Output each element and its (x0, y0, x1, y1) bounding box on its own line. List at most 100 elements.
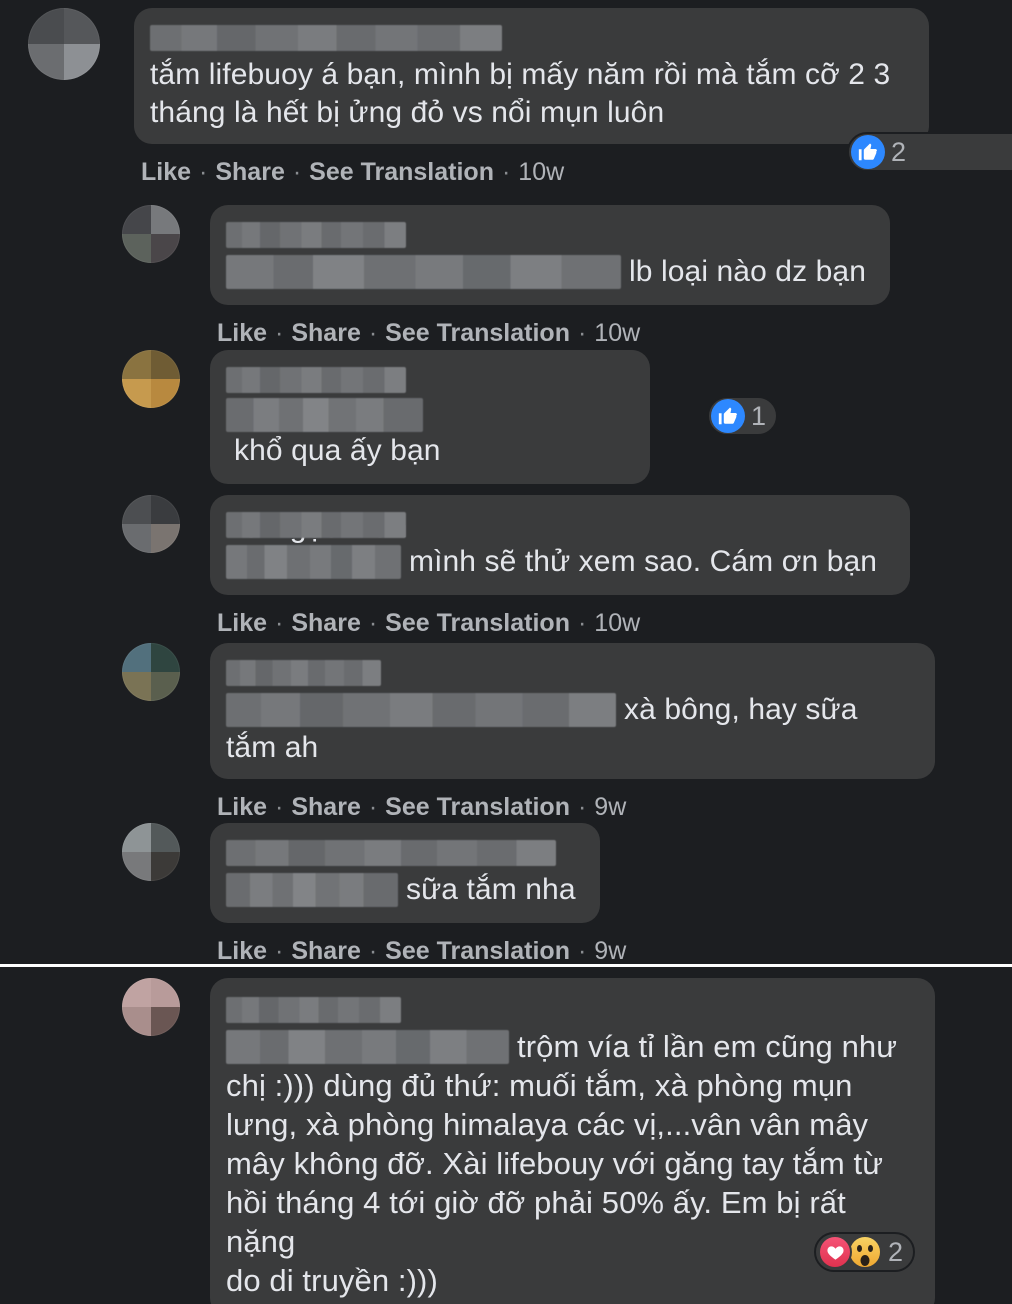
reaction-pill[interactable]: 1 (707, 396, 779, 436)
comment-text-line: mình sẽ thử xem sao. Cám ơn bạn (226, 543, 894, 581)
comment-item: lb loại nào dz bạn Like · Share · See Tr… (122, 205, 890, 347)
comment-text-line: tháng là hết bị ửng đỏ vs nổi mụn luôn (150, 96, 665, 129)
avatar[interactable] (122, 495, 180, 553)
mention-blurred (226, 873, 398, 907)
comment-text-line: sữa tắm nha (226, 871, 584, 909)
comment-text-line: chị :))) dùng đủ thứ: muối tắm, xà phòng… (226, 1068, 853, 1103)
author-name-blurred (150, 25, 502, 52)
comment-bubble: xà bông, hay sữa tắm ah (210, 643, 935, 779)
see-translation-button[interactable]: See Translation (385, 793, 570, 821)
comment-body: xà bông, hay sữa tắm ah Like · Share · S… (210, 643, 935, 821)
action-separator: · (275, 609, 284, 637)
action-separator: · (275, 319, 284, 347)
like-button[interactable]: Like (217, 793, 267, 821)
timestamp[interactable]: 10w (594, 319, 640, 347)
comment-text-line: trộm vía tỉ lần em cũng như (226, 1027, 919, 1066)
comment-thread-screenshot: tắm lifebuoy á bạn, mình bị mấy năm rồi … (0, 0, 1012, 1304)
avatar-ring (122, 978, 180, 1036)
comment-actions: Like · Share · See Translation · 10w (217, 319, 890, 347)
mention-blurred (226, 1029, 509, 1064)
avatar[interactable] (122, 350, 180, 408)
comment-bubble: tắm lifebuoy á bạn, mình bị mấy năm rồi … (134, 8, 929, 144)
timestamp[interactable]: 9w (594, 937, 626, 965)
comment-text-line: tắm lifebuoy á bạn, mình bị mấy năm rồi … (150, 58, 891, 91)
action-separator: · (275, 793, 284, 821)
avatar[interactable] (122, 978, 180, 1036)
see-translation-button[interactable]: See Translation (385, 609, 570, 637)
comment-text-line: do di truyền :))) (226, 1263, 438, 1298)
comment-text-line: tắm ah (226, 731, 319, 764)
like-button[interactable]: Like (217, 609, 267, 637)
comment-actions: Like · Share · See Translation · 9w (217, 793, 935, 821)
share-button[interactable]: Share (215, 158, 284, 186)
avatar[interactable] (122, 205, 180, 263)
see-translation-button[interactable]: See Translation (309, 158, 494, 186)
mention-blurred (226, 693, 616, 727)
bubble-with-reaction: khổ qua ấy bạn 1 (210, 350, 779, 484)
comment-text-line: mây không đỡ. Xài lifebouy với găng tay … (226, 1146, 884, 1181)
comment-body: Lê Ngọc Trân mình sẽ thử xem sao. Cám ơn… (210, 495, 910, 637)
comment-actions: Like · Share · See Translation · 9w (217, 937, 626, 965)
comment-text-line: lưng, xà phòng himalaya các vị,...vân vâ… (226, 1107, 869, 1142)
action-separator: · (199, 158, 208, 186)
share-button[interactable]: Share (291, 319, 360, 347)
comment-text: lb loại nào dz bạn (629, 255, 866, 288)
share-button[interactable]: Share (291, 609, 360, 637)
comment-body: tắm lifebuoy á bạn, mình bị mấy năm rồi … (134, 8, 1012, 186)
author-name-blurred (226, 660, 381, 687)
timestamp[interactable]: 9w (594, 793, 626, 821)
action-separator: · (368, 937, 378, 965)
comment-text-line: khổ qua ấy bạn (226, 398, 634, 470)
avatar[interactable] (122, 643, 180, 701)
comment-item: xà bông, hay sữa tắm ah Like · Share · S… (122, 643, 935, 821)
comment-text: sữa tắm nha (406, 873, 576, 906)
avatar[interactable] (28, 8, 100, 80)
action-separator: · (501, 158, 511, 186)
comment-item: trộm vía tỉ lần em cũng như chị :))) dùn… (122, 978, 935, 1304)
action-separator: · (577, 937, 587, 965)
timestamp[interactable]: 10w (518, 158, 564, 186)
comment-bubble: lb loại nào dz bạn (210, 205, 890, 305)
avatar-ring (122, 495, 180, 553)
thumbs-up-icon (851, 135, 885, 169)
avatar[interactable] (122, 823, 180, 881)
reaction-count: 1 (751, 401, 767, 431)
avatar-ring (122, 823, 180, 881)
thumbs-up-icon (711, 399, 745, 433)
author-name-blurred (226, 367, 406, 394)
share-button[interactable]: Share (291, 937, 360, 965)
comment-body: sữa tắm nha Like · Share · See Translati… (210, 823, 626, 965)
see-translation-button[interactable]: See Translation (385, 319, 570, 347)
comment-item: tắm lifebuoy á bạn, mình bị mấy năm rồi … (28, 8, 1012, 186)
comment-text-line: xà bông, hay sữa (226, 691, 919, 729)
comment-text: trộm vía tỉ lần em cũng như (517, 1029, 898, 1064)
see-translation-button[interactable]: See Translation (385, 937, 570, 965)
author-name-blurred (226, 222, 406, 249)
comment-body: lb loại nào dz bạn Like · Share · See Tr… (210, 205, 890, 347)
action-separator: · (368, 793, 378, 821)
comment-bubble: khổ qua ấy bạn (210, 350, 650, 484)
action-separator: · (368, 319, 378, 347)
reaction-pill[interactable]: 2 (814, 1232, 916, 1272)
author-name-blurred (226, 840, 556, 867)
wow-icon (848, 1235, 882, 1269)
mention-blurred (226, 255, 621, 289)
like-button[interactable]: Like (141, 158, 191, 186)
like-button[interactable]: Like (217, 937, 267, 965)
comment-item: Lê Ngọc Trân mình sẽ thử xem sao. Cám ơn… (122, 495, 910, 637)
reaction-pill[interactable]: 2 (847, 132, 1012, 172)
like-button[interactable]: Like (217, 319, 267, 347)
comment-text: mình sẽ thử xem sao. Cám ơn bạn (409, 545, 878, 578)
avatar-ring (122, 350, 180, 408)
avatar-ring (122, 643, 180, 701)
comment-item: sữa tắm nha Like · Share · See Translati… (122, 823, 626, 965)
share-button[interactable]: Share (291, 793, 360, 821)
section-divider (0, 964, 1012, 967)
comment-actions: Like · Share · See Translation · 10w (217, 609, 910, 637)
timestamp[interactable]: 10w (594, 609, 640, 637)
comment-actions: Like · Share · See Translation · 10w (141, 158, 929, 186)
action-separator: · (577, 609, 587, 637)
action-separator: · (275, 937, 284, 965)
comment-body: trộm vía tỉ lần em cũng như chị :))) dùn… (210, 978, 935, 1304)
mention-blurred (226, 398, 423, 432)
